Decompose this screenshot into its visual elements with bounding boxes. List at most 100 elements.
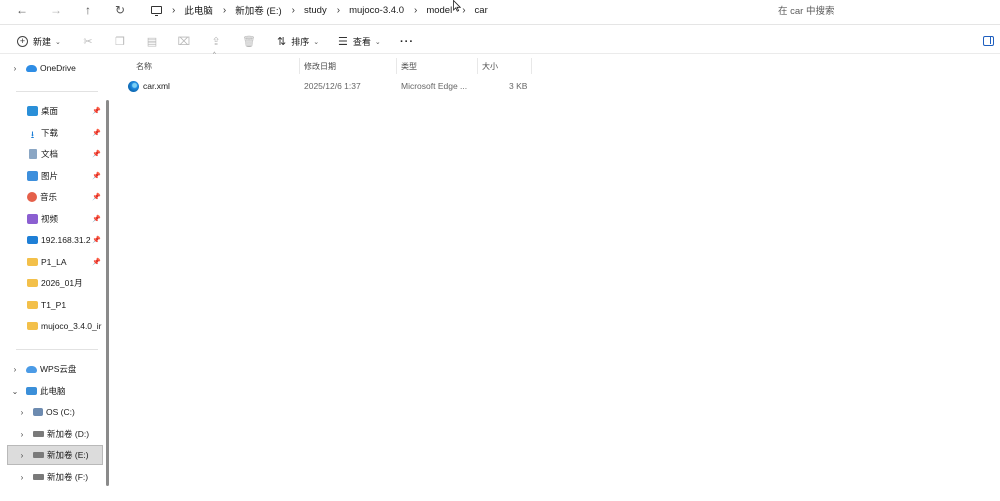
column-header-modified[interactable]: 修改日期	[300, 58, 397, 74]
onedrive-icon	[26, 64, 37, 72]
breadcrumb-drive-e[interactable]: 新加卷 (E:)	[235, 3, 281, 17]
breadcrumb-mujoco[interactable]: mujoco-3.4.0	[349, 5, 404, 16]
paste-icon: ▤	[146, 36, 158, 48]
sidebar-item-p1-la[interactable]: P1_LA 📌	[27, 252, 107, 272]
cut-button[interactable]: ✂	[72, 31, 104, 53]
sort-label: 排序	[291, 37, 310, 47]
sidebar-item-label: 音乐	[40, 192, 58, 202]
sidebar-item-pictures[interactable]: 图片 📌	[27, 166, 107, 186]
sidebar-item-wps-cloud[interactable]: › WPS云盘	[10, 359, 118, 379]
cut-icon: ✂	[83, 36, 93, 48]
column-header-size[interactable]: 大小	[478, 58, 532, 74]
breadcrumb-separator: ›	[413, 4, 418, 16]
pin-icon: 📌	[92, 237, 101, 244]
music-icon	[27, 192, 37, 202]
chevron-right-icon: ›	[20, 450, 24, 460]
share-button[interactable]: ⇪	[200, 31, 232, 53]
address-breadcrumb[interactable]: › 此电脑 › 新加卷 (E:) › study › mujoco-3.4.0 …	[140, 0, 753, 20]
details-pane-icon[interactable]	[983, 36, 994, 46]
breadcrumb-car[interactable]: car	[475, 5, 488, 16]
sidebar-item-label: 2026_01月	[41, 278, 83, 288]
computer-icon	[151, 6, 162, 16]
view-label: 查看	[352, 37, 371, 47]
folder-icon	[27, 322, 38, 330]
sidebar-item-downloads[interactable]: ⭳ 下载 📌	[27, 123, 107, 143]
view-button[interactable]: ☰ 查看 ⌄	[338, 31, 381, 53]
sidebar-item-desktop[interactable]: 桌面 📌	[27, 101, 107, 121]
sidebar-item-this-pc[interactable]: ⌄ 此电脑	[10, 381, 118, 401]
trash-icon: 🗑	[242, 36, 256, 48]
sort-button[interactable]: ⇅ 排序 ⌄	[277, 31, 319, 53]
rename-button[interactable]: ⌧	[168, 31, 200, 53]
pin-icon: 📌	[92, 173, 101, 180]
breadcrumb-study[interactable]: study	[304, 5, 327, 16]
copy-icon: ❐	[115, 36, 125, 48]
breadcrumb-this-pc[interactable]: 此电脑	[184, 3, 213, 17]
pin-icon: 📌	[92, 194, 101, 201]
file-size-cell: 3 KB	[509, 81, 528, 91]
sidebar-item-documents[interactable]: 文档 📌	[27, 144, 107, 164]
view-list-icon: ☰	[338, 36, 348, 48]
paste-button[interactable]: ▤	[136, 31, 168, 53]
new-button[interactable]: + 新建 ⌄	[17, 31, 61, 53]
breadcrumb-model[interactable]: model	[426, 5, 452, 16]
document-icon	[29, 149, 37, 159]
column-header-name[interactable]: 名称	[132, 58, 300, 74]
more-options-button[interactable]: ···	[400, 31, 414, 53]
breadcrumb-separator: ›	[336, 4, 341, 16]
wps-cloud-icon	[26, 365, 37, 373]
forward-button[interactable]: →	[40, 0, 72, 20]
sidebar-item-label: 此电脑	[40, 386, 66, 396]
sidebar-item-label: 新加卷 (E:)	[47, 450, 89, 460]
sidebar-item-label: 视频	[41, 214, 59, 224]
sidebar-item-music[interactable]: 音乐 📌	[27, 187, 107, 207]
sidebar-item-drive-e[interactable]: › 新加卷 (E:)	[7, 445, 103, 465]
sidebar-item-drive-c[interactable]: › OS (C:)	[17, 402, 105, 422]
back-button[interactable]: ←	[6, 0, 38, 20]
delete-button[interactable]: 🗑	[233, 31, 265, 53]
sidebar-item-label: 桌面	[41, 106, 59, 116]
mouse-cursor-icon	[453, 0, 461, 12]
pin-icon: 📌	[92, 151, 101, 158]
desktop-icon	[27, 106, 38, 116]
sidebar-item-2026-01[interactable]: 2026_01月	[27, 273, 107, 293]
computer-icon	[26, 387, 37, 395]
pin-icon: 📌	[92, 108, 101, 115]
sidebar-item-mujoco[interactable]: mujoco_3.4.0_ir	[27, 316, 105, 336]
sidebar-scrollbar[interactable]	[106, 100, 109, 486]
sidebar-item-drive-f[interactable]: › 新加卷 (F:)	[17, 467, 105, 487]
sidebar-item-drive-d[interactable]: › 新加卷 (D:)	[17, 424, 105, 444]
chevron-down-icon: ⌄	[55, 38, 61, 46]
file-modified-cell: 2025/12/6 1:37	[304, 81, 361, 91]
chevron-right-icon: ›	[20, 407, 24, 417]
column-header-type[interactable]: 类型	[397, 58, 478, 74]
sidebar-item-videos[interactable]: 视频 📌	[27, 209, 107, 229]
folder-icon	[27, 301, 38, 309]
breadcrumb-separator: ›	[222, 4, 227, 16]
table-row[interactable]: car.xml 2025/12/6 1:37 Microsoft Edge ..…	[123, 78, 533, 96]
refresh-button[interactable]: ↻	[104, 0, 136, 20]
sidebar-item-label: mujoco_3.4.0_ir	[41, 321, 102, 331]
sidebar-item-label: 下载	[41, 128, 59, 138]
sidebar-item-label: 图片	[41, 171, 59, 181]
sidebar-item-label: OS (C:)	[46, 407, 75, 417]
search-input[interactable]: 在 car 中搜索	[770, 0, 1000, 20]
sidebar-item-t1-p1[interactable]: T1_P1	[27, 295, 107, 315]
sidebar-item-label: 新加卷 (F:)	[47, 472, 89, 482]
copy-button[interactable]: ❐	[104, 31, 136, 53]
rename-icon: ⌧	[177, 36, 191, 48]
sidebar-item-label: WPS云盘	[40, 364, 77, 374]
up-button[interactable]: ↑	[72, 0, 104, 20]
chevron-down-icon: ⌄	[11, 386, 19, 396]
drive-icon	[33, 431, 44, 437]
sidebar-item-onedrive[interactable]: › OneDrive	[10, 58, 118, 78]
chevron-right-icon: ›	[13, 63, 17, 73]
pin-icon: 📌	[92, 130, 101, 137]
plus-icon: +	[17, 36, 28, 47]
sidebar-divider	[16, 349, 98, 350]
video-icon	[27, 214, 38, 224]
drive-icon	[33, 452, 44, 458]
sidebar-item-network-share[interactable]: 192.168.31.2 📌	[27, 230, 107, 250]
file-name-cell[interactable]: car.xml	[128, 81, 170, 93]
breadcrumb-separator: ›	[462, 4, 466, 16]
